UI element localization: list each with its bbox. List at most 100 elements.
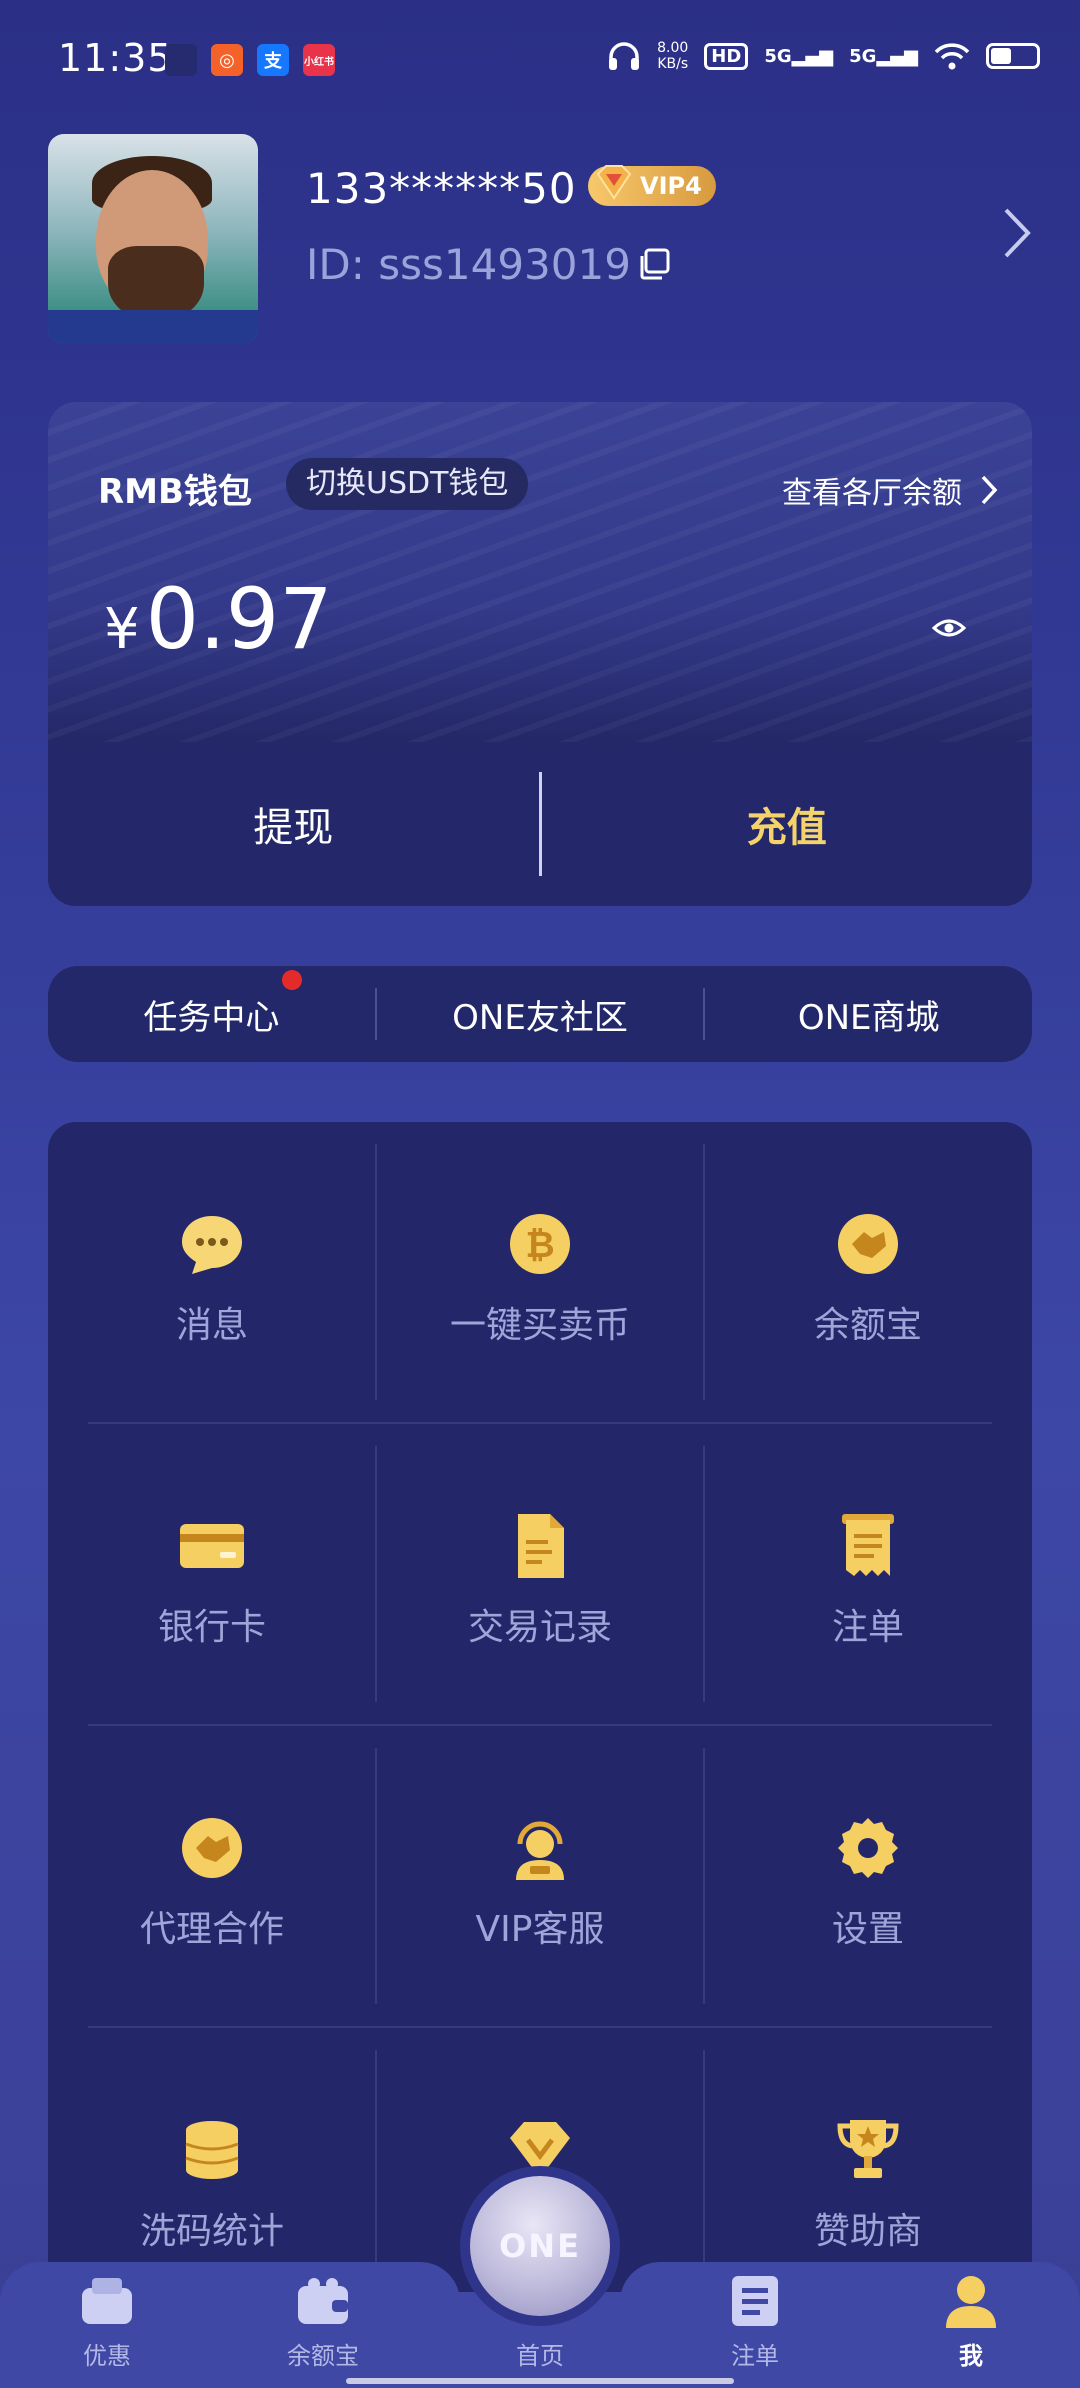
grid-item-label: 余额宝 bbox=[813, 1305, 922, 1346]
balance-amount: 0.97 bbox=[145, 570, 333, 668]
grid-item-agent-partnership[interactable]: 代理合作 bbox=[48, 1726, 376, 2028]
svg-text:₿: ₿ bbox=[525, 1225, 554, 1266]
grid-item-label: 代理合作 bbox=[139, 1909, 284, 1950]
wallet-promo-icon bbox=[82, 2278, 132, 2324]
avatar-shirt bbox=[48, 310, 258, 344]
recharge-button[interactable]: 充值 bbox=[542, 742, 1033, 906]
eye-icon[interactable] bbox=[932, 616, 966, 640]
status-right: 8.00 KB/s HD 5G▂▄▆ 5G▂▄▆ bbox=[607, 40, 1040, 72]
grid-item-label: 交易记录 bbox=[467, 1607, 612, 1648]
battery-icon bbox=[986, 43, 1040, 69]
home-indicator[interactable] bbox=[346, 2378, 734, 2384]
grid-item-label: 银行卡 bbox=[157, 1607, 266, 1648]
grid-item-label: VIP客服 bbox=[475, 1909, 605, 1950]
grid-item-transactions[interactable]: 交易记录 bbox=[376, 1424, 704, 1726]
gear-icon bbox=[838, 1818, 898, 1878]
one-mall-label: ONE商城 bbox=[797, 997, 940, 1038]
speed-value: 8.00 bbox=[657, 40, 689, 56]
grid-item-label: 一键买卖币 bbox=[449, 1305, 630, 1346]
view-balances-link[interactable]: 查看各厅余额 bbox=[782, 468, 998, 512]
one-mall-link[interactable]: ONE商城 bbox=[705, 990, 1032, 1039]
document-icon bbox=[518, 1514, 564, 1578]
home-orb-button[interactable]: ONE bbox=[470, 2176, 610, 2316]
profile-header[interactable]: 133******50 VIP4 ID: sss1493019 bbox=[48, 134, 1032, 344]
status-app-icons: ◎ 支 小红书 bbox=[165, 44, 335, 76]
bitcoin-icon: ₿ bbox=[510, 1214, 570, 1274]
balance-display: ¥ 0.97 bbox=[104, 570, 333, 668]
wifi-icon bbox=[934, 43, 970, 70]
vip-diamond-icon bbox=[596, 165, 632, 200]
nav-item-bets[interactable]: 注单 bbox=[685, 2272, 825, 2371]
purse-icon bbox=[298, 2278, 348, 2324]
vip-badge: VIP4 bbox=[588, 165, 716, 206]
grid-item-bets[interactable]: 注单 bbox=[704, 1424, 1032, 1726]
handshake-icon bbox=[182, 1818, 242, 1878]
grid-item-label: 消息 bbox=[175, 1305, 248, 1346]
one-community-link[interactable]: ONE友社区 bbox=[377, 990, 704, 1039]
grid-item-bank-card[interactable]: 银行卡 bbox=[48, 1424, 376, 1726]
sim2-label: 5G bbox=[849, 45, 877, 67]
grid-item-label: 注单 bbox=[831, 1607, 904, 1648]
nav-item-balance-treasure[interactable]: 余额宝 bbox=[253, 2272, 393, 2371]
user-id: ID: sss1493019 bbox=[306, 240, 631, 289]
one-community-label: ONE友社区 bbox=[452, 997, 628, 1038]
chevron-right-icon bbox=[981, 475, 998, 505]
trophy-icon bbox=[837, 2120, 899, 2178]
nav-label: 优惠 bbox=[83, 2342, 131, 2370]
grid-item-balance-treasure[interactable]: 余额宝 bbox=[704, 1122, 1032, 1424]
podcast-icon: ◎ bbox=[211, 44, 243, 76]
speed-unit: KB/s bbox=[657, 56, 689, 72]
quick-links-bar: 任务中心 ONE友社区 ONE商城 bbox=[48, 966, 1032, 1062]
battery-fill bbox=[991, 48, 1011, 64]
headphones-icon bbox=[609, 42, 640, 70]
withdraw-button[interactable]: 提现 bbox=[48, 742, 539, 906]
status-time: 11:35 bbox=[58, 36, 173, 80]
sim1-label: 5G bbox=[764, 45, 792, 67]
home-orb-logo: ONE bbox=[499, 2227, 581, 2265]
receipt-icon bbox=[842, 1514, 894, 1576]
copy-icon[interactable] bbox=[636, 246, 672, 282]
alipay-icon: 支 bbox=[257, 44, 289, 76]
wallet-title: RMB钱包 bbox=[98, 472, 252, 512]
message-icon bbox=[182, 1216, 242, 1274]
nav-label: 余额宝 bbox=[287, 2342, 359, 2370]
view-balances-label: 查看各厅余额 bbox=[782, 476, 962, 511]
wallet-summary: RMB钱包 切换USDT钱包 查看各厅余额 ¥ 0.97 bbox=[48, 402, 1032, 742]
grid-item-settings[interactable]: 设置 bbox=[704, 1726, 1032, 2028]
grid-item-label: 洗码统计 bbox=[139, 2211, 284, 2252]
grid-item-label: 设置 bbox=[831, 1909, 904, 1950]
grid-item-label: 赞助商 bbox=[813, 2211, 922, 2252]
nav-item-promotions[interactable]: 优惠 bbox=[37, 2272, 177, 2371]
avatar[interactable] bbox=[48, 134, 258, 344]
status-bar: 11:35 ◎ 支 小红书 8.00 KB/s HD 5G▂▄▆ 5G▂▄▆ bbox=[0, 0, 1080, 120]
grid-item-vip-service[interactable]: VIP客服 bbox=[376, 1726, 704, 2028]
xiaohongshu-icon: 小红书 bbox=[303, 44, 335, 76]
nav-item-me[interactable]: 我 bbox=[901, 2272, 1041, 2371]
network-speed: 8.00 KB/s bbox=[657, 40, 688, 72]
username: 133******50 bbox=[306, 164, 577, 213]
handshake-icon bbox=[838, 1214, 898, 1274]
task-center-link[interactable]: 任务中心 bbox=[48, 969, 375, 1039]
diamond-icon bbox=[510, 2122, 570, 2178]
nav-label-home[interactable]: 首页 bbox=[470, 2336, 610, 2371]
app-icon bbox=[165, 44, 197, 76]
bank-card-icon bbox=[180, 1524, 244, 1568]
currency-symbol: ¥ bbox=[104, 597, 140, 662]
sim2-signal: 5G▂▄▆ bbox=[849, 45, 918, 67]
list-icon bbox=[732, 2276, 778, 2326]
grid-item-messages[interactable]: 消息 bbox=[48, 1122, 376, 1424]
wallet-actions: 提现 充值 bbox=[48, 742, 1032, 906]
notification-dot bbox=[282, 969, 302, 990]
task-center-label: 任务中心 bbox=[143, 997, 280, 1038]
wallet-card: RMB钱包 切换USDT钱包 查看各厅余额 ¥ 0.97 提现 充值 bbox=[48, 402, 1032, 906]
vip-level: VIP4 bbox=[640, 172, 702, 200]
hd-badge: HD bbox=[704, 42, 749, 70]
nav-label: 我 bbox=[959, 2342, 983, 2370]
grid-item-buy-sell-coin[interactable]: ₿ 一键买卖币 bbox=[376, 1122, 704, 1424]
nav-label: 注单 bbox=[731, 2342, 779, 2370]
sim1-signal: 5G▂▄▆ bbox=[764, 45, 834, 67]
coin-stack-icon bbox=[185, 2121, 239, 2179]
chevron-right-icon[interactable] bbox=[1002, 206, 1032, 260]
user-icon bbox=[946, 2276, 996, 2328]
switch-wallet-button[interactable]: 切换USDT钱包 bbox=[286, 458, 529, 510]
